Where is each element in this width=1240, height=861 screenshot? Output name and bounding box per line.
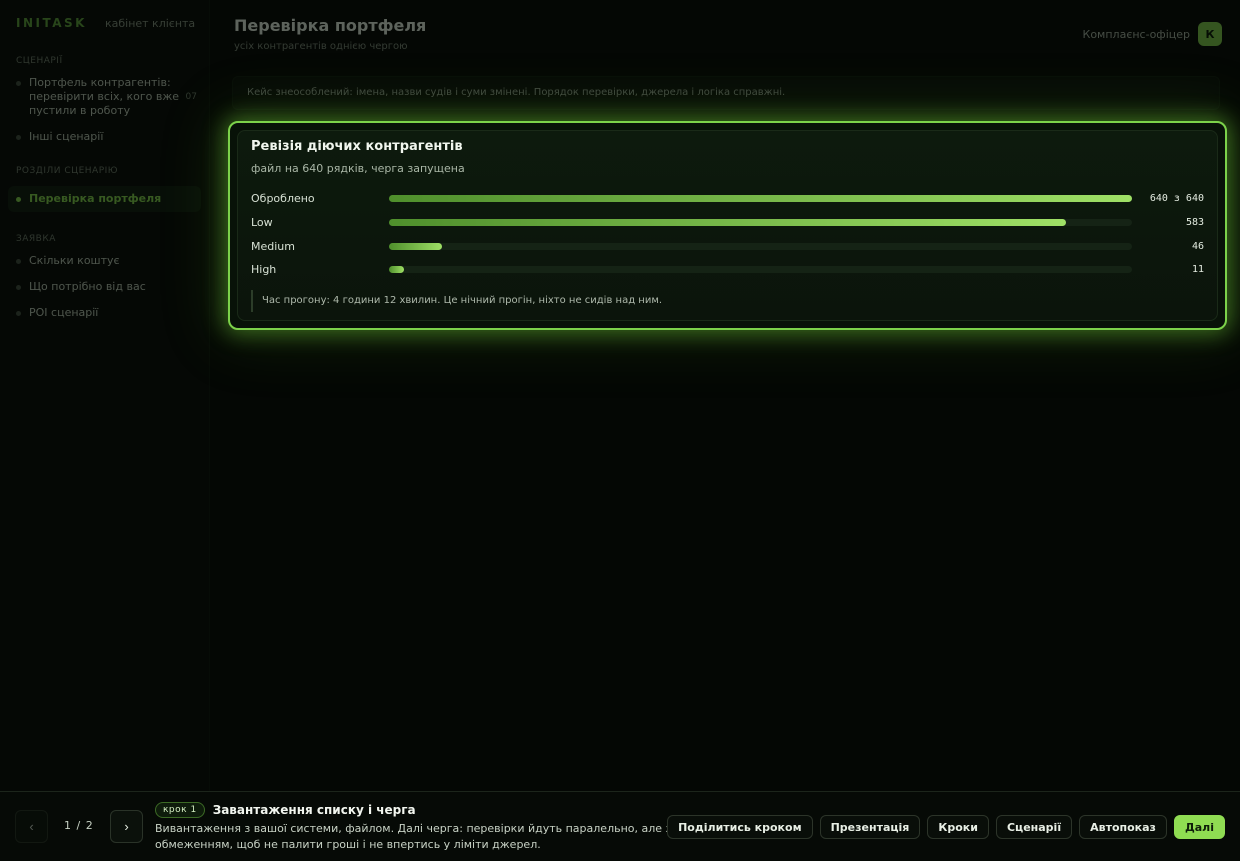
sidebar-item-portfolio-scenario[interactable]: Портфель контрагентів: перевірити всіх, …: [16, 76, 201, 118]
step-info: крок 1 Завантаження списку і черга Виван…: [155, 802, 675, 853]
bullet-icon: [16, 311, 21, 316]
disclaimer-banner: Кейс знеособлений: імена, назви судів і …: [232, 76, 1220, 110]
bullet-icon: [16, 197, 21, 202]
share-step-button[interactable]: Поділитись кроком: [667, 815, 813, 839]
progress-list: Оброблено 640 з 640 Low 583 Medium 46 Hi…: [251, 187, 1204, 282]
presentation-button[interactable]: Презентація: [819, 815, 921, 839]
progress-value: 46: [1191, 240, 1204, 252]
step-counter: 1 / 2: [64, 819, 94, 832]
chevron-left-icon: ‹: [29, 819, 34, 834]
progress-row-high: High 11: [251, 258, 1204, 282]
sidebar-item-requirements[interactable]: Що потрібно від вас: [16, 280, 201, 294]
sidebar-item-pricing[interactable]: Скільки коштує: [16, 254, 201, 268]
progress-label: Low: [251, 216, 273, 230]
progress-fill: [389, 266, 404, 274]
step-counter-separator: /: [76, 819, 82, 832]
step-badge: крок 1: [155, 802, 205, 818]
sidebar: INITASK кабінет клієнта СЦЕНАРІЇ Портфел…: [0, 0, 210, 791]
user-name: Комплаєнс-офіцер: [1082, 27, 1190, 41]
brand-logo[interactable]: INITASK: [16, 16, 87, 30]
page-title: Перевірка портфеля: [234, 16, 427, 35]
next-button[interactable]: Далі: [1173, 815, 1225, 839]
progress-value: 11: [1191, 264, 1204, 276]
run-time-note: Час прогону: 4 години 12 хвилин. Це нічн…: [251, 289, 1204, 312]
highlighted-card: Ревізія діючих контрагентів файл на 640 …: [228, 121, 1227, 330]
progress-row-processed: Оброблено 640 з 640: [251, 187, 1204, 211]
steps-button[interactable]: Кроки: [927, 815, 989, 839]
bullet-icon: [16, 259, 21, 264]
walkthrough-bar: ‹ 1 / 2 › крок 1 Завантаження списку і ч…: [0, 791, 1240, 861]
walkthrough-actions: Поділитись кроком Презентація Кроки Сцен…: [667, 815, 1225, 839]
avatar[interactable]: К: [1198, 22, 1222, 46]
page-header: Перевірка портфеля усіх контрагентів одн…: [234, 16, 1222, 56]
progress-row-medium: Medium 46: [251, 234, 1204, 258]
chevron-right-icon: ›: [124, 819, 129, 834]
bullet-icon: [16, 285, 21, 290]
sidebar-item-label: Скільки коштує: [29, 254, 120, 267]
sidebar-item-label: Інші сценарії: [29, 130, 104, 143]
next-step-arrow-button[interactable]: ›: [110, 810, 143, 843]
progress-fill: [389, 195, 1132, 203]
progress-value: 640 з 640: [1149, 193, 1204, 205]
progress-fill: [389, 242, 443, 250]
sidebar-item-label: Портфель контрагентів: перевірити всіх, …: [29, 76, 180, 117]
step-title: Завантаження списку і черга: [212, 803, 416, 817]
progress-label: Medium: [251, 239, 295, 253]
revision-panel: Ревізія діючих контрагентів файл на 640 …: [237, 130, 1218, 321]
progress-track: [389, 195, 1132, 203]
progress-track: [389, 219, 1132, 227]
brand-subtitle: кабінет клієнта: [104, 17, 196, 30]
progress-row-low: Low 583: [251, 211, 1204, 235]
progress-label: Оброблено: [251, 192, 315, 206]
sidebar-item-count: 07: [185, 92, 197, 102]
bullet-icon: [16, 81, 21, 86]
step-counter-total: 2: [85, 819, 94, 832]
sidebar-item-label: Що потрібно від вас: [29, 280, 146, 293]
sidebar-item-label: Перевірка портфеля: [29, 192, 162, 205]
autoplay-button[interactable]: Автопоказ: [1079, 815, 1167, 839]
page-subtitle: усіх контрагентів однією чергою: [234, 41, 408, 52]
progress-label: High: [251, 263, 277, 277]
step-counter-current: 1: [64, 819, 72, 832]
sidebar-item-label: РОІ сценарії: [29, 306, 99, 319]
scenarios-button[interactable]: Сценарії: [995, 815, 1073, 839]
progress-track: [389, 242, 1132, 250]
progress-value: 583: [1185, 217, 1204, 229]
brand: INITASK кабінет клієнта: [16, 16, 201, 34]
card-title: Ревізія діючих контрагентів: [251, 139, 463, 154]
user-menu[interactable]: Комплаєнс-офіцер К: [1083, 22, 1222, 46]
sidebar-item-other-scenarios[interactable]: Інші сценарії: [16, 130, 201, 144]
sidebar-section-heading: СЦЕНАРІЇ: [16, 56, 63, 66]
sidebar-item-roi[interactable]: РОІ сценарії: [16, 306, 201, 320]
step-description: Вивантаження з вашої системи, файлом. Да…: [155, 822, 672, 851]
progress-fill: [389, 219, 1066, 227]
card-subtitle: файл на 640 рядків, черга запущена: [251, 162, 465, 175]
banner-text: Кейс знеособлений: імена, назви судів і …: [247, 87, 786, 98]
prev-step-button[interactable]: ‹: [15, 810, 48, 843]
progress-track: [389, 266, 1132, 274]
sidebar-section-heading: РОЗДІЛИ СЦЕНАРІЮ: [16, 166, 119, 176]
bullet-icon: [16, 135, 21, 140]
sidebar-section-heading: ЗАЯВКА: [16, 234, 56, 244]
sidebar-item-portfolio-check[interactable]: Перевірка портфеля: [8, 186, 201, 212]
